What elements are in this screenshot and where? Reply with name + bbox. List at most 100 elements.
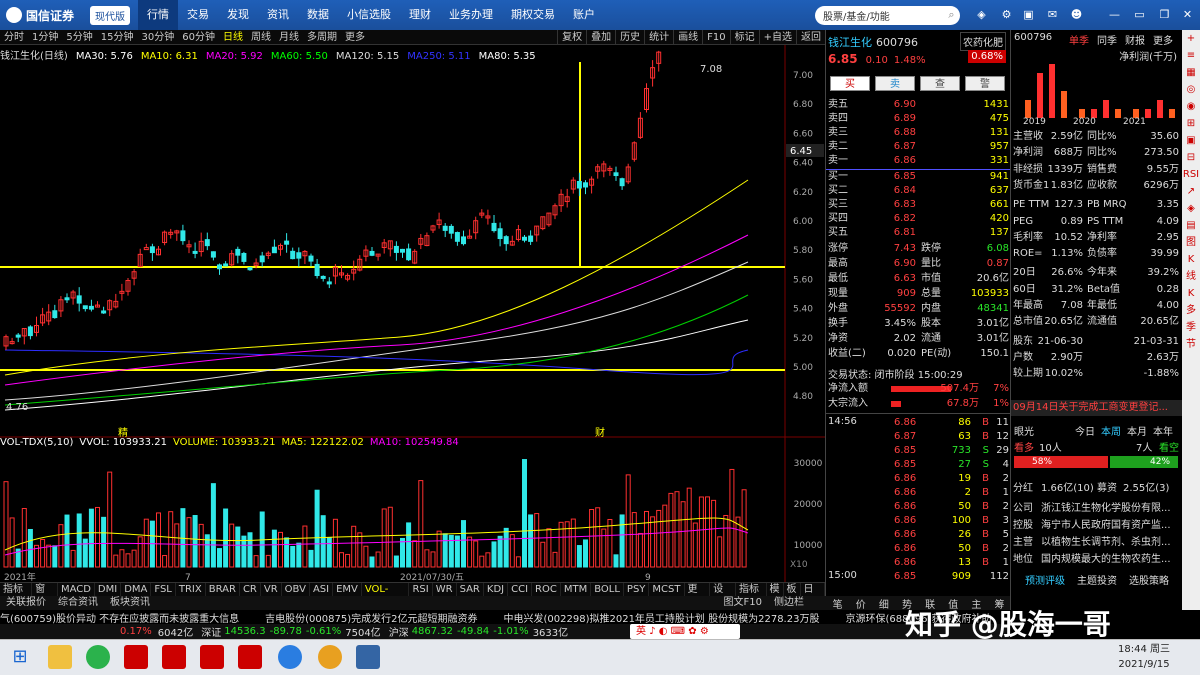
file-explorer-icon[interactable] — [48, 645, 72, 669]
right-toolbar-icon[interactable]: ◉ — [1182, 98, 1200, 115]
search-input[interactable]: 股票/基金/功能 — [815, 6, 960, 25]
right-toolbar-icon[interactable]: 节 — [1182, 336, 1200, 353]
indicator-tab[interactable]: FSL — [151, 583, 176, 596]
chart-tool-button[interactable]: 复权 — [557, 30, 586, 45]
document-icon[interactable] — [356, 645, 380, 669]
period-tab[interactable]: 分时 — [0, 30, 28, 44]
right-toolbar-icon[interactable]: ≡ — [1182, 47, 1200, 64]
sentiment-tab[interactable]: 今日 — [1075, 423, 1095, 438]
news-item[interactable]: 中电兴发(002298)拟推2021年员工持股计划 股份规模为2278.23万股 — [504, 614, 820, 624]
chart-tool-button[interactable]: 画线 — [673, 30, 702, 45]
nav-item[interactable]: 行情 — [138, 0, 178, 30]
indicator-right-tab[interactable]: 板 — [784, 583, 801, 596]
indicator-tab[interactable]: EMV — [333, 583, 362, 596]
user-icon[interactable]: ☻ — [1070, 8, 1083, 21]
chart-tool-button[interactable]: +自选 — [758, 30, 796, 45]
period-tab[interactable]: 更多 — [341, 30, 369, 44]
news-item[interactable]: 吉电股份(000875)完成发行2亿元超短期融资券 — [265, 614, 477, 624]
skin-icon[interactable]: ▣ — [1022, 8, 1035, 21]
fin-tab[interactable]: 更多 — [1153, 32, 1173, 47]
nav-item[interactable]: 数据 — [298, 0, 338, 30]
indicator-tab[interactable]: DMI — [95, 583, 122, 596]
quote-bottom-tab[interactable]: 笔 — [826, 596, 849, 611]
right-toolbar-icon[interactable]: ⊟ — [1182, 149, 1200, 166]
trade-button[interactable]: 卖 — [875, 76, 915, 91]
chart-tool-button[interactable]: 历史 — [615, 30, 644, 45]
right-toolbar-icon[interactable]: ↗ — [1182, 183, 1200, 200]
quote-bottom-tab[interactable]: 细 — [872, 596, 895, 611]
period-tab[interactable]: 月线 — [275, 30, 303, 44]
fin-news-headline[interactable]: 09月14日关于完成工商变更登记... — [1011, 400, 1183, 416]
fin-footer-tab[interactable]: 预测评级 — [1025, 572, 1065, 587]
period-tab[interactable]: 日线 — [219, 30, 247, 44]
period-tab[interactable]: 周线 — [247, 30, 275, 44]
nav-item[interactable]: 资讯 — [258, 0, 298, 30]
chart-tool-button[interactable]: 标记 — [729, 30, 759, 45]
period-tab[interactable]: 30分钟 — [137, 30, 178, 44]
wechat-icon[interactable] — [86, 645, 110, 669]
indicator-right-tab[interactable]: 日线 — [801, 583, 826, 608]
sentiment-tab[interactable]: 本月 — [1127, 423, 1147, 438]
trading-app-icon-4[interactable] — [238, 645, 262, 669]
right-toolbar-icon[interactable]: 季 — [1182, 319, 1200, 336]
right-toolbar-icon[interactable]: K — [1182, 285, 1200, 302]
indicator-tab[interactable]: 指标A — [0, 583, 33, 608]
chart-tool-button[interactable]: 统计 — [644, 30, 673, 45]
indicator-tab[interactable]: VR — [261, 583, 282, 596]
indicator-tab[interactable]: SAR — [457, 583, 484, 596]
event-marker-label[interactable]: 财 — [595, 426, 605, 439]
windows-start-icon[interactable]: ⊞ — [8, 645, 32, 669]
maximize-icon[interactable]: ❐ — [1158, 8, 1171, 21]
indicator-tab[interactable]: ASI — [310, 583, 334, 596]
indicator-tab[interactable]: CCI — [508, 583, 533, 596]
trade-button[interactable]: 警 — [965, 76, 1005, 91]
browser-icon[interactable] — [278, 645, 302, 669]
right-toolbar-icon[interactable]: ◈ — [1182, 200, 1200, 217]
indicator-tab[interactable]: RSI — [409, 583, 433, 596]
fin-tab[interactable]: 单季 — [1069, 32, 1089, 47]
sentiment-tab[interactable]: 本年 — [1153, 423, 1173, 438]
period-tab[interactable]: 15分钟 — [97, 30, 138, 44]
period-tab[interactable]: 多周期 — [303, 30, 341, 44]
indicator-tab[interactable]: 窗口 — [32, 583, 58, 608]
media-icon[interactable] — [318, 645, 342, 669]
right-toolbar-icon[interactable]: K — [1182, 251, 1200, 268]
right-toolbar-icon[interactable]: ▣ — [1182, 132, 1200, 149]
indicator-right-tab[interactable]: 指标B — [736, 583, 767, 608]
right-toolbar-icon[interactable]: RSI — [1182, 166, 1200, 183]
nav-item[interactable]: 小信选股 — [338, 0, 400, 30]
bull-bar[interactable]: 58% — [1014, 456, 1108, 468]
period-tab[interactable]: 5分钟 — [62, 30, 96, 44]
settings-icon[interactable]: ⚙ — [1000, 8, 1013, 21]
sector-name[interactable]: 农药化肥 — [960, 32, 1006, 51]
restore-icon[interactable]: ▭ — [1133, 8, 1146, 21]
nav-item[interactable]: 交易 — [178, 0, 218, 30]
chart-tool-button[interactable]: F10 — [702, 30, 729, 45]
nav-item[interactable]: 期权交易 — [502, 0, 564, 30]
ime-toolbar[interactable]: 英 ♪ ◐ ⌨ ✿ ⚙ — [630, 624, 740, 639]
trade-button[interactable]: 查 — [920, 76, 960, 91]
period-tab[interactable]: 60分钟 — [178, 30, 219, 44]
kline-chart[interactable]: 7.00 6.80 6.60 6.40 6.20 6.00 5.80 5.60 5.40 5.20… — [0, 45, 825, 582]
quote-bottom-tab[interactable]: 价 — [849, 596, 872, 611]
bear-bar[interactable]: 42% — [1110, 456, 1178, 468]
info-subtab-link[interactable]: 图文F10 — [718, 596, 768, 610]
indicator-tab[interactable]: BRAR — [206, 583, 240, 596]
indicator-tab[interactable]: 更多 — [685, 583, 711, 608]
version-badge[interactable]: 现代版 — [90, 5, 130, 25]
news-item[interactable]: 气(600759)股价异动 不存在应披露而未披露重大信息 — [0, 614, 239, 624]
info-subtab[interactable]: 综合资讯 — [52, 596, 104, 610]
trading-app-icon-3[interactable] — [200, 645, 224, 669]
message-icon[interactable]: ✉ — [1046, 8, 1059, 21]
chart-tool-button[interactable]: 叠加 — [586, 30, 615, 45]
fin-footer-tab[interactable]: 选股策略 — [1129, 572, 1169, 587]
fin-tab[interactable]: 同季 — [1097, 32, 1117, 47]
right-toolbar-icon[interactable]: ◎ — [1182, 81, 1200, 98]
nav-item[interactable]: 业务办理 — [440, 0, 502, 30]
indicator-tab[interactable]: MACD — [58, 583, 95, 596]
layers-icon[interactable]: ◈ — [975, 8, 988, 21]
period-tab[interactable]: 1分钟 — [28, 30, 62, 44]
indicator-tab[interactable]: PSY — [624, 583, 650, 596]
indicator-tab[interactable]: MCST — [649, 583, 685, 596]
trading-app-icon-2[interactable] — [162, 645, 186, 669]
